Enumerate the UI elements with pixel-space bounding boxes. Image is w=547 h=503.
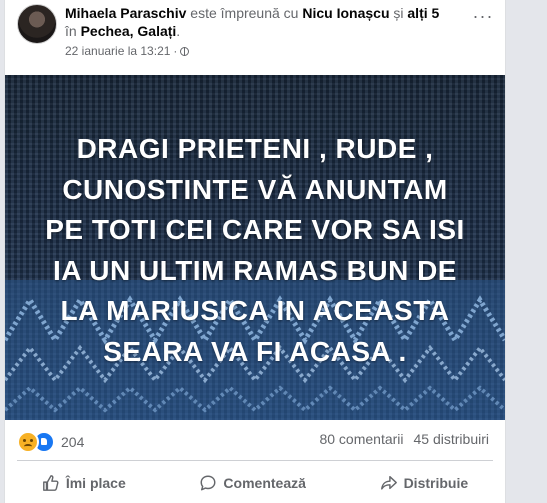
globe-icon[interactable]	[180, 46, 190, 56]
reaction-count[interactable]: 204	[61, 434, 84, 450]
comment-button[interactable]: Comentează	[187, 465, 317, 501]
others-link[interactable]: alți 5	[407, 5, 439, 21]
and-text: și	[389, 5, 408, 21]
with-text: este împreună cu	[186, 5, 303, 21]
divider	[17, 460, 493, 461]
post-stats: 204 80 comentarii 45 distribuiri	[5, 425, 505, 455]
more-options-icon[interactable]: ···	[469, 6, 497, 34]
comment-icon	[200, 475, 216, 491]
engagement-counts: 80 comentarii 45 distribuiri	[319, 431, 489, 447]
share-label: Distribuie	[403, 475, 469, 491]
action-bar: Îmi place Comentează Distribuie	[5, 465, 505, 501]
post-card: Mihaela Paraschiv este împreună cu Nicu …	[4, 0, 506, 503]
post-meta: 22 ianuarie la 13:21 ·	[65, 44, 190, 58]
reactions-summary[interactable]: 204	[17, 431, 84, 453]
like-button[interactable]: Îmi place	[30, 465, 138, 501]
comments-count[interactable]: 80 comentarii	[319, 431, 403, 447]
avatar[interactable]	[17, 4, 57, 44]
location-suffix: .	[176, 23, 181, 39]
share-icon	[380, 475, 397, 490]
sad-icon	[17, 431, 39, 453]
thumbs-up-icon	[42, 475, 59, 491]
post-image-text: DRAGI PRIETENI , RUDE , CUNOSTINTE VĂ AN…	[45, 133, 465, 367]
in-text: în	[65, 23, 81, 39]
share-button[interactable]: Distribuie	[368, 465, 481, 501]
shares-count[interactable]: 45 distribuiri	[414, 431, 489, 447]
post-header-text: Mihaela Paraschiv este împreună cu Nicu …	[65, 4, 465, 40]
author-link[interactable]: Mihaela Paraschiv	[65, 5, 186, 21]
like-label: Îmi place	[65, 475, 126, 491]
meta-separator: ·	[173, 44, 178, 58]
post-header: Mihaela Paraschiv este împreună cu Nicu …	[5, 0, 505, 70]
comment-label: Comentează	[223, 475, 306, 491]
post-date[interactable]: 22 ianuarie la 13:21	[65, 44, 170, 58]
tagged-person-link[interactable]: Nicu Ionașcu	[302, 5, 389, 21]
location-link[interactable]: Pechea, Galați	[81, 23, 177, 39]
post-image[interactable]: DRAGI PRIETENI , RUDE , CUNOSTINTE VĂ AN…	[5, 75, 505, 420]
